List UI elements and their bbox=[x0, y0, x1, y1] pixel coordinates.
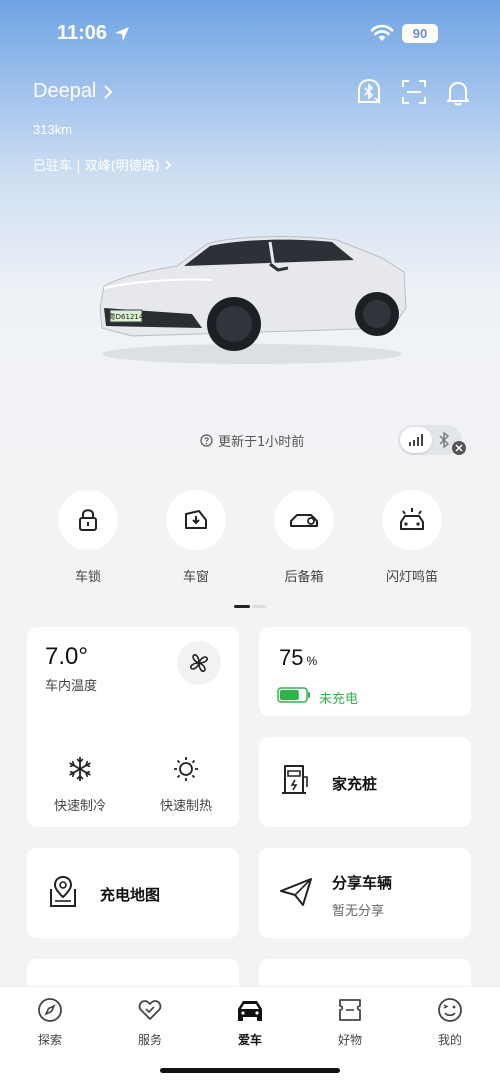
snowflake-icon bbox=[69, 757, 91, 781]
status-bar: 11:06 90 bbox=[0, 0, 500, 66]
chevron-right-icon bbox=[104, 84, 113, 99]
profile-icon bbox=[438, 998, 462, 1022]
chevron-right-icon bbox=[165, 159, 171, 170]
flash-horn-action-button[interactable] bbox=[382, 490, 442, 550]
map-pin-icon bbox=[50, 875, 76, 907]
lock-icon bbox=[79, 509, 97, 531]
bluetooth-key-icon[interactable] bbox=[355, 78, 383, 106]
home-charger-card[interactable]: 家充桩 bbox=[259, 737, 471, 827]
battery-level-icon bbox=[277, 687, 310, 703]
window-icon bbox=[185, 510, 207, 529]
flash-horn-label: 闪灯鸣笛 bbox=[385, 570, 438, 585]
quick-heat-label: 快速制热 bbox=[159, 799, 212, 814]
flash-horn-icon bbox=[400, 508, 424, 530]
quick-heat-button[interactable]: 快速制热 bbox=[146, 755, 226, 814]
window-action[interactable]: 车窗 bbox=[146, 490, 246, 585]
charging-status: 未充电 bbox=[319, 692, 359, 707]
battery-percent: 75% bbox=[279, 645, 317, 671]
quick-cool-label: 快速制冷 bbox=[53, 799, 106, 814]
notification-bell-icon[interactable] bbox=[444, 78, 472, 106]
bluetooth-disconnected-badge bbox=[452, 441, 466, 455]
window-label: 车窗 bbox=[182, 570, 209, 585]
location-arrow-icon bbox=[115, 27, 129, 41]
tab-explore[interactable]: 探索 bbox=[20, 997, 80, 1048]
flash-horn-action[interactable]: 闪灯鸣笛 bbox=[362, 490, 462, 585]
wifi-icon bbox=[370, 24, 394, 41]
cabin-temperature-label: 车内温度 bbox=[45, 679, 98, 694]
shop-icon bbox=[339, 999, 361, 1021]
page-dot-active bbox=[234, 605, 250, 608]
home-charger-title: 家充桩 bbox=[332, 775, 378, 793]
range-value: 313km bbox=[33, 122, 73, 137]
tab-explore-label: 探索 bbox=[37, 1033, 62, 1047]
parking-location[interactable]: 已驻车 | 双峰(明德路) bbox=[33, 155, 172, 174]
update-text: 更新于1小时前 bbox=[218, 435, 305, 450]
fan-icon bbox=[190, 654, 208, 672]
tab-shop[interactable]: 好物 bbox=[320, 997, 380, 1048]
cellular-mode-knob bbox=[400, 427, 432, 453]
window-action-button[interactable] bbox=[166, 490, 226, 550]
close-icon bbox=[455, 444, 463, 452]
trunk-icon bbox=[290, 514, 318, 527]
lock-action[interactable]: 车锁 bbox=[38, 490, 138, 585]
tab-shop-label: 好物 bbox=[337, 1033, 362, 1047]
battery-card[interactable]: 75% 未充电 bbox=[259, 627, 471, 716]
car-selector[interactable]: Deepal bbox=[33, 80, 114, 103]
battery-fill bbox=[280, 690, 299, 700]
tab-my-car[interactable]: 爱车 bbox=[220, 997, 280, 1048]
service-icon bbox=[138, 1000, 162, 1020]
car-image: 粤D61214 bbox=[99, 236, 407, 364]
tab-service[interactable]: 服务 bbox=[120, 997, 180, 1048]
bluetooth-icon bbox=[439, 432, 450, 448]
status-time: 11:06 bbox=[57, 22, 108, 44]
lock-action-button[interactable] bbox=[58, 490, 118, 550]
battery-percent-value: 75 bbox=[279, 645, 304, 670]
license-plate: 粤D61214 bbox=[109, 312, 144, 321]
tab-profile[interactable]: 我的 bbox=[420, 997, 480, 1048]
battery-indicator: 90 bbox=[402, 24, 438, 43]
tab-profile-label: 我的 bbox=[437, 1033, 462, 1047]
scan-icon[interactable] bbox=[400, 78, 428, 106]
update-status: 更新于1小时前 bbox=[200, 431, 304, 450]
charging-map-card[interactable]: 充电地图 bbox=[27, 848, 239, 938]
page-dot bbox=[252, 605, 266, 608]
parking-location-text: 已驻车 | 双峰(明德路) bbox=[33, 159, 160, 174]
fan-button[interactable] bbox=[177, 641, 221, 685]
car-name: Deepal bbox=[33, 80, 97, 102]
share-vehicle-card[interactable]: 分享车辆 暂无分享 bbox=[259, 848, 471, 938]
lock-label: 车锁 bbox=[74, 570, 101, 585]
sun-icon bbox=[174, 757, 198, 781]
page-indicator bbox=[234, 605, 266, 608]
paper-plane-icon bbox=[280, 878, 312, 906]
battery-percent-unit: % bbox=[306, 654, 318, 668]
quick-cool-button[interactable]: 快速制冷 bbox=[40, 755, 120, 814]
tab-service-label: 服务 bbox=[137, 1033, 162, 1047]
charging-map-title: 充电地图 bbox=[100, 886, 161, 904]
trunk-action-button[interactable] bbox=[274, 490, 334, 550]
share-vehicle-subtitle: 暂无分享 bbox=[332, 904, 385, 919]
charger-icon bbox=[282, 765, 308, 794]
share-vehicle-title: 分享车辆 bbox=[332, 874, 393, 892]
home-indicator bbox=[160, 1068, 340, 1073]
trunk-label: 后备箱 bbox=[284, 570, 324, 585]
explore-icon bbox=[38, 998, 62, 1022]
quick-actions: 车锁 车窗 后备箱 闪灯鸣笛 bbox=[0, 490, 500, 590]
tab-my-car-label: 爱车 bbox=[237, 1033, 262, 1047]
climate-card[interactable]: 7.0° 车内温度 快速制冷 快速制热 bbox=[27, 627, 239, 827]
car-icon bbox=[238, 1001, 262, 1021]
trunk-action[interactable]: 后备箱 bbox=[254, 490, 354, 585]
cabin-temperature: 7.0° bbox=[45, 643, 88, 670]
signal-icon bbox=[409, 434, 423, 446]
question-circle-icon bbox=[200, 434, 213, 447]
